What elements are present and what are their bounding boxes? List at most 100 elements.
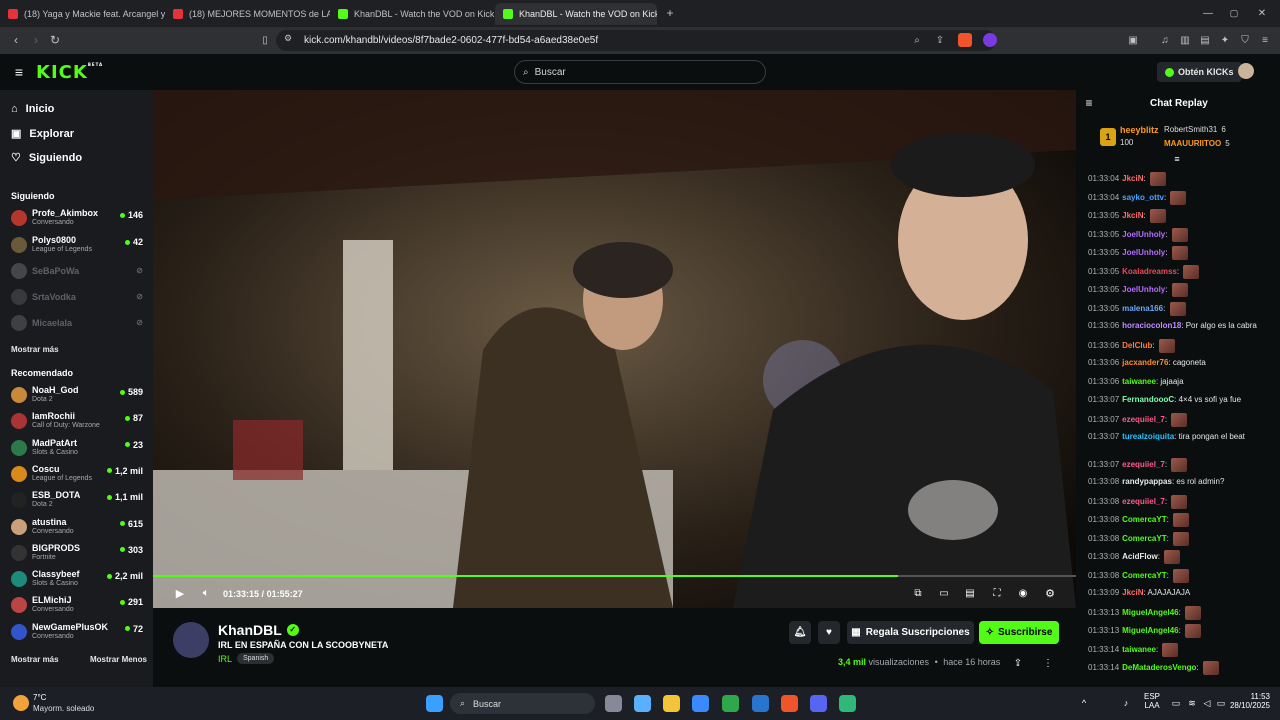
clip-icon[interactable]: ◉	[1016, 586, 1030, 600]
expand-leaderboard-icon[interactable]: ≡	[1171, 154, 1183, 164]
chat-username[interactable]: horaciocolon18	[1122, 321, 1181, 330]
chat-username[interactable]: JkciN	[1122, 174, 1143, 183]
bookmark-icon[interactable]: ▯	[257, 32, 273, 48]
discord-icon[interactable]	[810, 695, 827, 712]
chat-username[interactable]: Koaladreamss	[1122, 267, 1177, 276]
sidebar-channel-recommended-2[interactable]: MadPatArt Slots & Casino 23	[11, 437, 145, 461]
wallet-icon[interactable]: ▤	[1198, 32, 1212, 48]
theater-mode-icon[interactable]: ▭	[937, 586, 951, 600]
chat-username[interactable]: JoelUnholy	[1122, 248, 1165, 257]
brave-shield-icon[interactable]	[958, 33, 972, 47]
wifi-icon[interactable]: ≋	[1186, 696, 1198, 710]
follow-button[interactable]: ♥	[818, 621, 840, 644]
sidebar-channel-following-0[interactable]: Profe_Akimbox Conversando 146	[11, 207, 145, 231]
channel-avatar[interactable]	[173, 622, 209, 658]
settings-gear-icon[interactable]: ⚙	[1043, 586, 1057, 600]
chat-username[interactable]: DelClub	[1122, 341, 1152, 350]
top-gifter-3[interactable]: MAAUURIITOO 5	[1164, 139, 1230, 148]
nav-inicio[interactable]: ⌂ Inicio	[11, 103, 54, 115]
chat-username[interactable]: ComercaYT	[1122, 571, 1166, 580]
sidebar-channel-recommended-9[interactable]: NewGamePlusOK Conversando 72	[11, 621, 145, 645]
top-gifter-name[interactable]: heeyblitz	[1120, 125, 1159, 135]
get-kicks-button[interactable]: Obtén KICKs	[1157, 62, 1242, 82]
clock[interactable]: 11:53 28/10/2025	[1222, 692, 1270, 710]
music-icon[interactable]: ♫	[1158, 32, 1172, 48]
chat-username[interactable]: malena166	[1122, 304, 1163, 313]
chat-username[interactable]: JoelUnholy	[1122, 285, 1165, 294]
language-indicator[interactable]: ESP LAA	[1144, 692, 1160, 710]
weather-icon[interactable]	[13, 695, 29, 711]
close-window-icon[interactable]: ✕	[1254, 5, 1270, 21]
sidebar-channel-following-1[interactable]: Polys0800 League of Legends 42	[11, 234, 145, 258]
chat-username[interactable]: DeMataderosVengo	[1122, 663, 1196, 672]
brave-rewards-icon[interactable]	[983, 33, 997, 47]
monitor-icon[interactable]: ▭	[1170, 696, 1182, 710]
chat-username[interactable]: ezequiiel_7	[1122, 460, 1165, 469]
chat-username[interactable]: JoelUnholy	[1122, 230, 1165, 239]
nav-explorar[interactable]: ▣ Explorar	[11, 127, 74, 141]
sidebar-channel-following-4[interactable]: Micaelala ⊘	[11, 312, 145, 336]
browser-tab-3[interactable]: KhanDBL - Watch the VOD on Kick	[330, 3, 495, 25]
forward-icon[interactable]: ›	[28, 32, 44, 48]
site-info-icon[interactable]: ⚙	[284, 33, 292, 44]
microphone-icon[interactable]: ♪	[1120, 696, 1132, 710]
windows-start-icon[interactable]	[426, 695, 443, 712]
volume-icon[interactable]: 🔈︎	[199, 586, 213, 600]
collapse-chat-icon[interactable]: ≡	[1082, 96, 1096, 110]
task-view-icon[interactable]	[605, 695, 622, 712]
chat-username[interactable]: JkciN	[1122, 211, 1143, 220]
taskbar-search[interactable]: ⌕ Buscar	[450, 693, 595, 714]
chat-username[interactable]: ComercaYT	[1122, 515, 1166, 524]
brave-browser-icon[interactable]	[781, 695, 798, 712]
gift-subs-button[interactable]: ▦ Regala Suscripciones	[847, 621, 974, 644]
leo-ai-icon[interactable]: ✦	[1218, 32, 1232, 48]
chat-username[interactable]: MiguelAngel46	[1122, 608, 1178, 617]
user-avatar[interactable]	[1238, 63, 1254, 79]
hamburger-menu-icon[interactable]: ≡	[11, 64, 27, 80]
menu-icon[interactable]: ≡	[1258, 32, 1272, 48]
zoom-icon[interactable]: ⌕	[910, 32, 924, 48]
sidebar-channel-recommended-0[interactable]: NoaH_God Dota 2 589	[11, 384, 145, 408]
chat-username[interactable]: sayko_ottv	[1122, 193, 1164, 202]
sidebar-channel-recommended-8[interactable]: ELMichiJ Conversando 291	[11, 594, 145, 618]
captions-icon[interactable]: ▤	[963, 586, 977, 600]
new-tab-icon[interactable]: +	[662, 5, 678, 21]
show-less-recommended-button[interactable]: Mostrar Menos	[90, 655, 147, 664]
kick-logo[interactable]: KICKBETA	[36, 62, 103, 83]
file-explorer-icon[interactable]	[663, 695, 680, 712]
reload-icon[interactable]: ↻	[47, 32, 63, 48]
nav-siguiendo[interactable]: ♡ Siguiendo	[11, 151, 82, 165]
share-icon[interactable]: ⇪	[933, 32, 947, 48]
show-more-recommended-button[interactable]: Mostrar más	[11, 655, 59, 664]
channel-name[interactable]: KhanDBL ✓	[218, 622, 299, 638]
share-icon[interactable]: ⇪	[1011, 656, 1025, 670]
browser-tab-2[interactable]: (18) MEJORES MOMENTOS de LA SC	[165, 3, 330, 25]
chat-username[interactable]: taiwanee	[1122, 377, 1156, 386]
minimize-icon[interactable]: —	[1200, 5, 1216, 21]
store-icon[interactable]	[692, 695, 709, 712]
vpn-icon[interactable]: ⛉	[1238, 32, 1252, 48]
back-icon[interactable]: ‹	[8, 32, 24, 48]
pip-icon[interactable]: ⧉	[911, 586, 925, 600]
sidebar-icon[interactable]: ▥	[1178, 32, 1192, 48]
notification-bell-button[interactable]: 🔔︎	[789, 621, 811, 644]
sidebar-channel-recommended-5[interactable]: atustina Conversando 615	[11, 516, 145, 540]
chat-username[interactable]: AcidFlow	[1122, 552, 1158, 561]
kick-app-icon[interactable]	[839, 695, 856, 712]
language-tag[interactable]: Spanish	[237, 653, 275, 664]
chat-username[interactable]: FernandoooC	[1122, 395, 1174, 404]
top-gifter-2[interactable]: RobertSmith31 6	[1164, 125, 1226, 134]
chat-username[interactable]: MiguelAngel46	[1122, 626, 1178, 635]
mail-icon[interactable]	[752, 695, 769, 712]
video-player[interactable]	[153, 90, 1076, 608]
xbox-icon[interactable]	[722, 695, 739, 712]
subscribe-button[interactable]: ✧ Suscribirse	[979, 621, 1059, 644]
show-hidden-icons[interactable]: ^	[1078, 696, 1090, 710]
sidebar-channel-recommended-4[interactable]: ESB_DOTA Dota 2 1,1 mil	[11, 489, 145, 513]
play-icon[interactable]: ▶	[173, 586, 187, 600]
more-options-icon[interactable]: ⋮	[1041, 656, 1055, 670]
chat-username[interactable]: ezequiiel_7	[1122, 497, 1165, 506]
browser-tab-1[interactable]: (18) Yaga y Mackie feat. Arcangel y d	[0, 3, 165, 25]
sidebar-channel-following-2[interactable]: SeBaPoWa ⊘	[11, 260, 145, 284]
search-input[interactable]: ⌕ Buscar	[514, 60, 766, 84]
